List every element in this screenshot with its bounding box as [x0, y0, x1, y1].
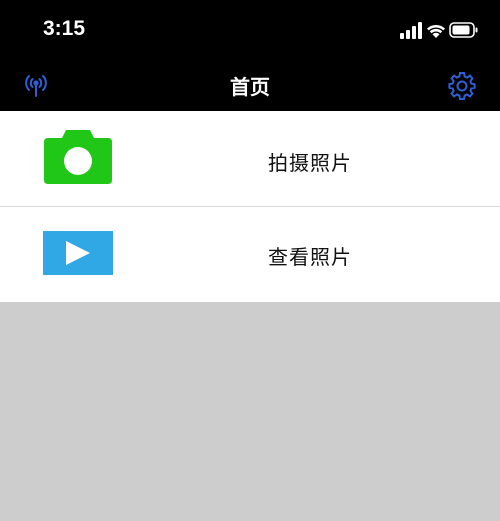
status-bar: 3:15	[0, 0, 500, 60]
menu-item-label: 查看照片	[268, 245, 352, 269]
gear-icon[interactable]	[446, 69, 478, 101]
status-time: 3:15	[43, 17, 86, 40]
menu-list: 拍摄照片 查看照片	[0, 111, 500, 302]
wifi-icon	[427, 24, 445, 38]
play-icon	[42, 229, 114, 287]
signal-icon	[400, 22, 422, 39]
status-icons	[400, 20, 478, 40]
battery-icon	[449, 22, 478, 38]
camera-icon	[42, 128, 114, 186]
menu-item-view-photos[interactable]: 查看照片	[0, 207, 500, 302]
nav-bar: 首页	[0, 60, 500, 111]
page-title: 首页	[230, 75, 270, 99]
menu-item-take-photo[interactable]: 拍摄照片	[0, 111, 500, 207]
menu-item-label: 拍摄照片	[268, 151, 352, 175]
